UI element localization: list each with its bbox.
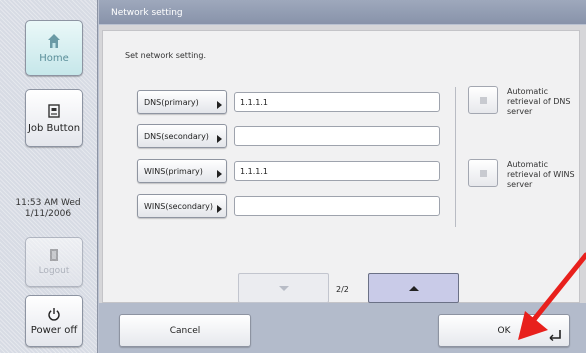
wins-secondary-button[interactable]: WINS(secondary) [137, 194, 227, 218]
auto-wins-checkbox[interactable] [468, 159, 498, 187]
home-icon [48, 33, 60, 48]
page-down-button[interactable] [238, 273, 329, 303]
checkbox-indicator [480, 97, 487, 104]
settings-panel: Set network setting. DNS(primary) DNS(se… [102, 30, 580, 303]
ok-label: OK [497, 325, 511, 336]
auto-dns-label: Automatic retrieval of DNS server [507, 87, 571, 116]
clock-date: 1/11/2006 [24, 209, 72, 219]
arrow-right-icon [217, 170, 222, 178]
wins-primary-button[interactable]: WINS(primary) [137, 159, 227, 183]
home-button[interactable]: Home [25, 20, 83, 76]
logout-button[interactable]: Logout [25, 237, 83, 287]
footer-bar: Cancel OK [99, 303, 586, 353]
power-off-button[interactable]: Power off [25, 295, 83, 347]
job-label: Job Button [27, 122, 81, 134]
sidebar: Home Job Button 11:53 AM Wed 1/11/2006 L… [0, 0, 98, 353]
cancel-button[interactable]: Cancel [119, 314, 251, 347]
arrow-up-icon [409, 286, 419, 291]
wins-primary-label: WINS(primary) [144, 166, 203, 176]
arrow-down-icon [279, 286, 289, 291]
auto-dns-checkbox[interactable] [468, 86, 498, 114]
power-icon [48, 307, 60, 321]
cancel-label: Cancel [169, 325, 201, 336]
wins-primary-input[interactable] [234, 161, 440, 181]
auto-wins-label: Automatic retrieval of WINS server [507, 160, 575, 189]
checkbox-indicator [480, 170, 487, 177]
arrow-right-icon [217, 101, 222, 109]
content-area: Set network setting. DNS(primary) DNS(se… [99, 25, 586, 303]
dns-secondary-input[interactable] [234, 126, 440, 146]
arrow-right-icon [217, 205, 222, 213]
wins-secondary-input[interactable] [234, 196, 440, 216]
divider [455, 87, 456, 227]
home-label: Home [39, 52, 69, 64]
arrow-right-icon [217, 135, 222, 143]
ok-button[interactable]: OK [438, 314, 570, 347]
clock: 11:53 AM Wed 1/11/2006 [0, 198, 96, 220]
page-title: Network setting [99, 0, 586, 24]
dns-primary-input[interactable] [234, 92, 440, 112]
power-off-label: Power off [30, 324, 78, 336]
job-button[interactable]: Job Button [25, 89, 83, 147]
dns-primary-button[interactable]: DNS(primary) [137, 90, 227, 114]
page-up-button[interactable] [368, 273, 459, 303]
instruction-text: Set network setting. [125, 51, 206, 60]
main-panel: Network setting Set network setting. DNS… [99, 0, 586, 353]
wins-secondary-label: WINS(secondary) [144, 201, 214, 211]
dns-primary-label: DNS(primary) [144, 97, 199, 107]
job-icon [48, 103, 60, 118]
clock-time: 11:53 AM Wed [15, 198, 81, 208]
enter-icon [549, 330, 561, 341]
logout-label: Logout [38, 266, 70, 276]
logout-icon [50, 249, 58, 261]
page-indicator: 2/2 [336, 285, 349, 294]
dns-secondary-label: DNS(secondary) [144, 131, 209, 141]
dns-secondary-button[interactable]: DNS(secondary) [137, 124, 227, 148]
